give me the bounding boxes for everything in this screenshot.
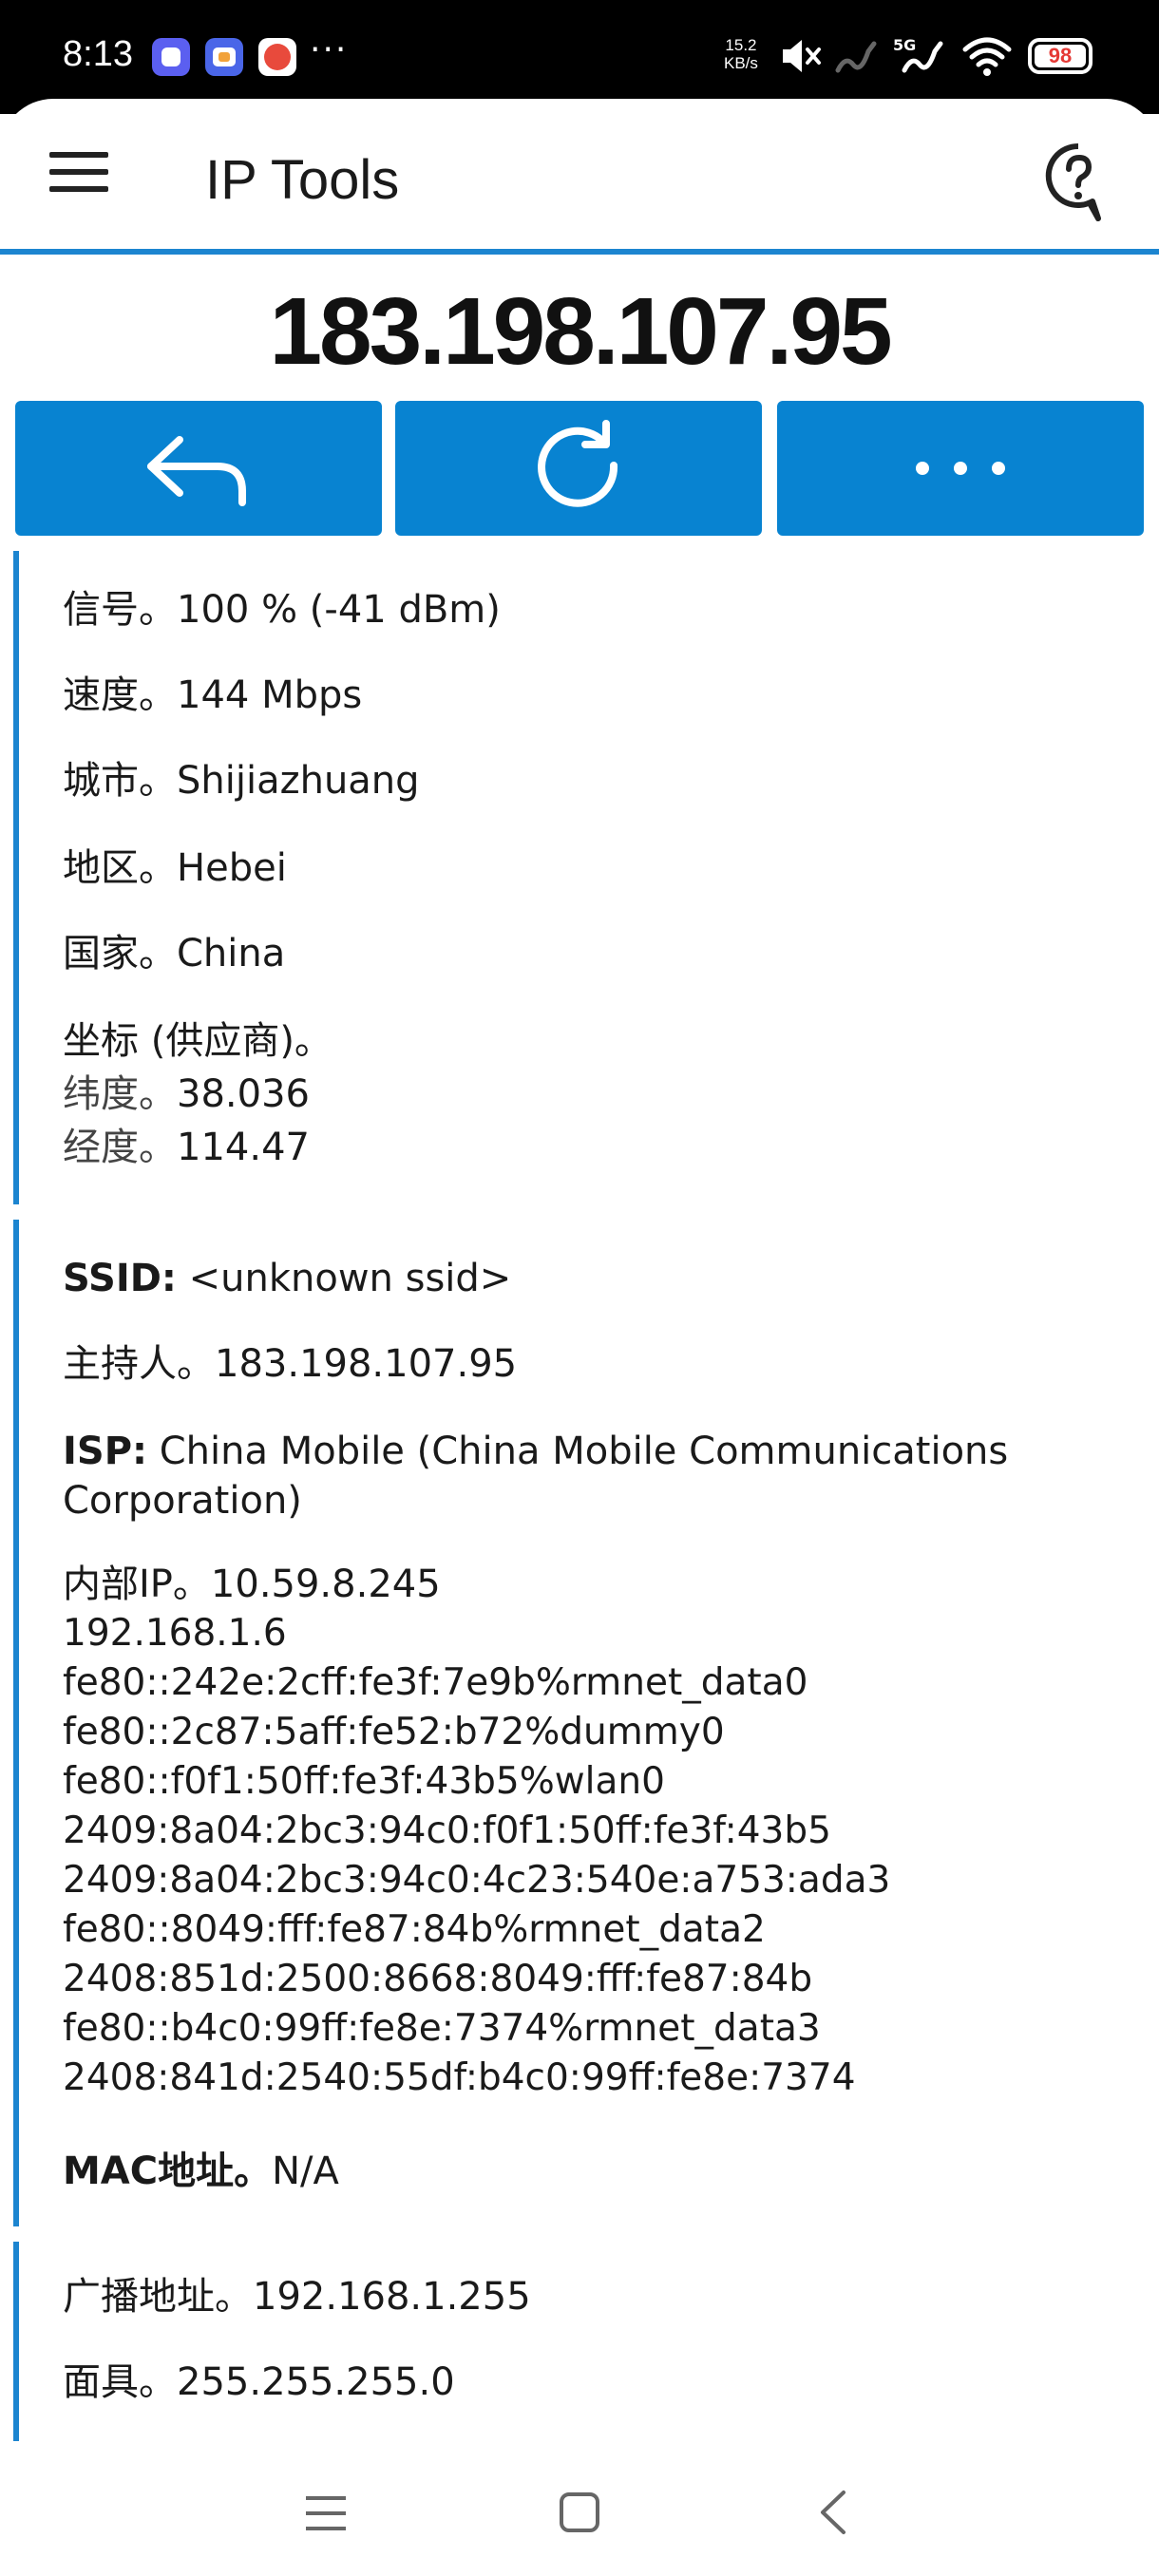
mac-row: MAC地址。N/A [63, 2150, 339, 2193]
list-item: 2409:8a04:2bc3:94c0:4c23:540e:a753:ada3 [63, 1859, 891, 1902]
battery-icon: 98 [1028, 38, 1092, 74]
mask-row: 面具。255.255.255.0 [63, 2360, 455, 2404]
help-icon[interactable] [1043, 141, 1113, 226]
latitude-row: 纬度。38.036 [63, 1072, 310, 1116]
list-item: 2408:851d:2500:8668:8049:fff:fe87:84b [63, 1958, 813, 2000]
internal-ip-label: 内部IP。10.59.8.245 [63, 1563, 441, 1606]
list-item: 2408:841d:2540:55df:b4c0:99ff:fe8e:7374 [63, 2056, 856, 2099]
system-nav-bar [0, 2443, 1159, 2576]
ssid-row: SSID: <unknown ssid> [63, 1257, 512, 1300]
app-bar: IP Tools [0, 99, 1159, 255]
nav-back-icon[interactable] [815, 2489, 849, 2536]
home-icon[interactable] [559, 2491, 600, 2534]
coordinates-label: 坐标 (供应商)。 [63, 1019, 332, 1063]
mute-icon [783, 40, 821, 72]
app-title: IP Tools [205, 149, 400, 211]
more-horizontal-icon [916, 462, 1005, 475]
location-section: 信号。100 % (-41 dBm) 速度。144 Mbps 城市。Shijia… [13, 551, 1153, 1204]
isp-row: ISP: China Mobile (China Mobile Communic… [63, 1430, 1009, 1473]
isp-row-continued: Corporation) [63, 1479, 302, 1523]
recents-icon[interactable] [304, 2492, 348, 2534]
speed-row: 速度。144 Mbps [63, 673, 363, 717]
status-time: 8:13 [63, 34, 133, 74]
app-notification-icon [152, 38, 190, 76]
back-button[interactable] [15, 401, 382, 536]
back-arrow-icon [147, 436, 246, 506]
more-options-button[interactable] [777, 401, 1144, 536]
subnet-section: 广播地址。192.168.1.255 面具。255.255.255.0 [13, 2242, 1153, 2441]
signal-row: 信号。100 % (-41 dBm) [63, 588, 501, 632]
list-item: fe80::242e:2cff:fe3f:7e9b%rmnet_data0 [63, 1661, 808, 1704]
list-item: 2409:8a04:2bc3:94c0:f0f1:50ff:fe3f:43b5 [63, 1809, 831, 1852]
internal-ip-list: 192.168.1.6 fe80::242e:2cff:fe3f:7e9b%rm… [63, 1609, 890, 2103]
app-notification-icon [205, 38, 243, 76]
wifi-icon [962, 37, 1012, 76]
longitude-row: 经度。114.47 [63, 1126, 310, 1169]
list-item: fe80::f0f1:50ff:fe3f:43b5%wlan0 [63, 1760, 665, 1803]
list-item: fe80::2c87:5aff:fe52:b72%dummy0 [63, 1711, 725, 1753]
region-row: 地区。Hebei [63, 846, 287, 890]
status-bar: 8:13 ··· 15.2 KB/s 5G 98 [0, 0, 1159, 114]
battery-level: 98 [1048, 44, 1073, 67]
public-ip-address: 183.198.107.95 [269, 278, 892, 385]
more-notifications-icon: ··· [310, 30, 349, 69]
city-row: 城市。Shijiazhuang [63, 759, 420, 803]
menu-icon[interactable] [49, 152, 108, 196]
list-item: 192.168.1.6 [63, 1612, 287, 1655]
signal-icon [835, 41, 877, 73]
network-speed: 15.2 KB/s [724, 36, 758, 72]
network-section: SSID: <unknown ssid> 主持人。183.198.107.95 … [13, 1220, 1153, 2226]
broadcast-row: 广播地址。192.168.1.255 [63, 2275, 531, 2319]
app-notification-icon [258, 38, 296, 76]
list-item: fe80::b4c0:99ff:fe8e:7374%rmnet_data3 [63, 2007, 821, 2050]
host-row: 主持人。183.198.107.95 [63, 1342, 518, 1386]
signal-5g-icon [902, 41, 943, 73]
country-row: 国家。China [63, 932, 286, 975]
refresh-button[interactable] [395, 401, 762, 536]
refresh-icon [538, 420, 618, 507]
list-item: fe80::8049:fff:fe87:84b%rmnet_data2 [63, 1908, 766, 1951]
